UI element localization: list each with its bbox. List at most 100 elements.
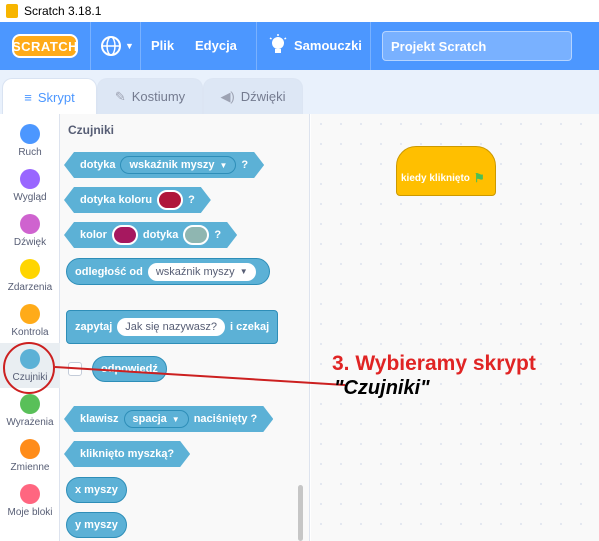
color-swatch[interactable] [183,225,209,245]
category-color-dot [20,484,40,504]
block-text: ? [214,229,222,241]
category-color-dot [20,214,40,234]
category-menu: Ruch Wygląd Dźwięk Zdarzenia Kontrola Cz… [0,114,60,541]
block-text: dotyka [80,159,116,171]
category-label: Dźwięk [13,237,47,248]
when-flag-clicked-block[interactable]: kiedy kliknięto ⚑ [396,146,496,196]
category-label: Kontrola [11,327,49,338]
category-color-dot [20,259,40,279]
category-color-dot [20,169,40,189]
category-color-dot [20,304,40,324]
editor-tabs: ≡ Skrypt ✎ Kostiumy ◀) Dźwięki [0,70,599,116]
block-text: odległość od [75,265,143,278]
category-color-dot [20,439,40,459]
tab-costumes[interactable]: ✎ Kostiumy [97,78,203,114]
tutorials-label: Samouczki [294,37,362,53]
dropdown-value: spacja [132,413,167,425]
green-flag-icon: ⚑ [473,171,485,185]
category-motion[interactable]: Ruch [0,118,60,163]
menu-separator [90,22,91,70]
caret-down-icon: ▼ [239,267,248,276]
answer-monitor-checkbox[interactable] [68,362,82,376]
block-touching-color[interactable]: dotyka koloru ? [64,187,211,213]
annotation-circle [3,342,55,394]
block-color-touching-color[interactable]: kolor dotyka ? [64,222,237,248]
category-control[interactable]: Kontrola [0,298,60,343]
tab-code-label: Skrypt [37,90,75,105]
category-label: Moje bloki [7,507,53,518]
block-text: y myszy [75,519,118,531]
tab-sounds-label: Dźwięki [240,89,286,104]
menu-bar: SCRATCH ▼ Plik Edycja Samouczki Projekt … [0,22,599,70]
menu-separator [256,22,257,70]
chevron-down-icon: ▼ [125,41,134,51]
code-icon: ≡ [24,90,32,105]
category-looks[interactable]: Wygląd [0,163,60,208]
menu-separator [140,22,141,70]
category-label: Ruch [18,147,42,158]
window-titlebar: Scratch 3.18.1 [0,0,599,22]
block-text: dotyka koloru [80,194,153,206]
paintbrush-icon: ✎ [114,88,126,104]
block-text: kliknięto myszką? [80,448,175,460]
block-text: ? [188,194,195,206]
block-text: i czekaj [230,321,270,333]
dropdown-value: wskaźnik myszy [129,159,215,171]
lightbulb-icon [269,34,287,53]
block-mouse-down[interactable]: kliknięto myszką? [64,441,190,467]
edit-menu[interactable]: Edycja [195,38,237,53]
block-mouse-x[interactable]: x myszy [66,477,127,503]
block-key-pressed[interactable]: klawisz spacja ▼ naciśnięty ? [64,406,273,432]
language-menu[interactable]: ▼ [100,35,134,57]
category-color-dot [20,394,40,414]
window-title: Scratch 3.18.1 [24,4,102,18]
project-title-input[interactable]: Projekt Scratch [382,31,572,61]
block-mouse-y[interactable]: y myszy [66,512,127,538]
block-text: naciśnięty ? [193,413,258,425]
color-swatch[interactable] [157,190,183,210]
tab-costumes-label: Kostiumy [131,89,186,104]
block-palette: Czujniki dotyka wskaźnik myszy ▼ ? dotyka… [60,114,310,541]
menu-separator [370,22,371,70]
block-text: kiedy kliknięto [401,172,470,184]
touching-target-dropdown[interactable]: wskaźnik myszy ▼ [120,156,236,174]
caret-down-icon: ▼ [171,414,180,424]
tutorials-button[interactable]: Samouczki [268,34,362,56]
dropdown-value: wskaźnik myszy [155,265,235,278]
block-text: x myszy [75,484,118,496]
block-touching[interactable]: dotyka wskaźnik myszy ▼ ? [64,152,264,178]
block-distance-to[interactable]: odległość od wskaźnik myszy ▼ [66,258,270,285]
block-text: zapytaj [75,321,113,333]
color-swatch[interactable] [112,225,138,245]
block-text: dotyka [142,229,179,241]
palette-scrollbar[interactable] [298,485,303,541]
block-answer[interactable]: odpowiedź [92,356,167,382]
distance-target-dropdown[interactable]: wskaźnik myszy ▼ [147,262,256,281]
ask-question-input[interactable]: Jak się nazywasz? [117,318,226,336]
scratch-app-icon [6,4,18,18]
category-label: Wyrażenia [6,417,54,428]
block-ask-and-wait[interactable]: zapytaj Jak się nazywasz? i czekaj [66,310,279,344]
category-label: Wygląd [13,192,47,203]
block-text: ? [241,159,249,171]
category-sound[interactable]: Dźwięk [0,208,60,253]
category-variables[interactable]: Zmienne [0,433,60,478]
annotation-text-category: "Czujniki" [334,377,430,399]
block-text: klawisz [80,413,119,425]
speaker-icon: ◀) [220,88,235,104]
category-events[interactable]: Zdarzenia [0,253,60,298]
palette-category-title: Czujniki [68,123,115,137]
category-color-dot [20,124,40,144]
key-dropdown[interactable]: spacja ▼ [124,410,189,428]
tab-sounds[interactable]: ◀) Dźwięki [203,78,303,114]
tab-code[interactable]: ≡ Skrypt [2,78,97,116]
category-operators[interactable]: Wyrażenia [0,388,60,433]
caret-down-icon: ▼ [219,160,228,170]
block-text: odpowiedź [101,363,158,375]
category-my-blocks[interactable]: Moje bloki [0,478,60,523]
category-label: Zmienne [10,462,50,473]
category-label: Zdarzenia [7,282,53,293]
scratch-logo[interactable]: SCRATCH [12,34,78,58]
block-text: kolor [80,229,107,241]
file-menu[interactable]: Plik [151,38,174,53]
